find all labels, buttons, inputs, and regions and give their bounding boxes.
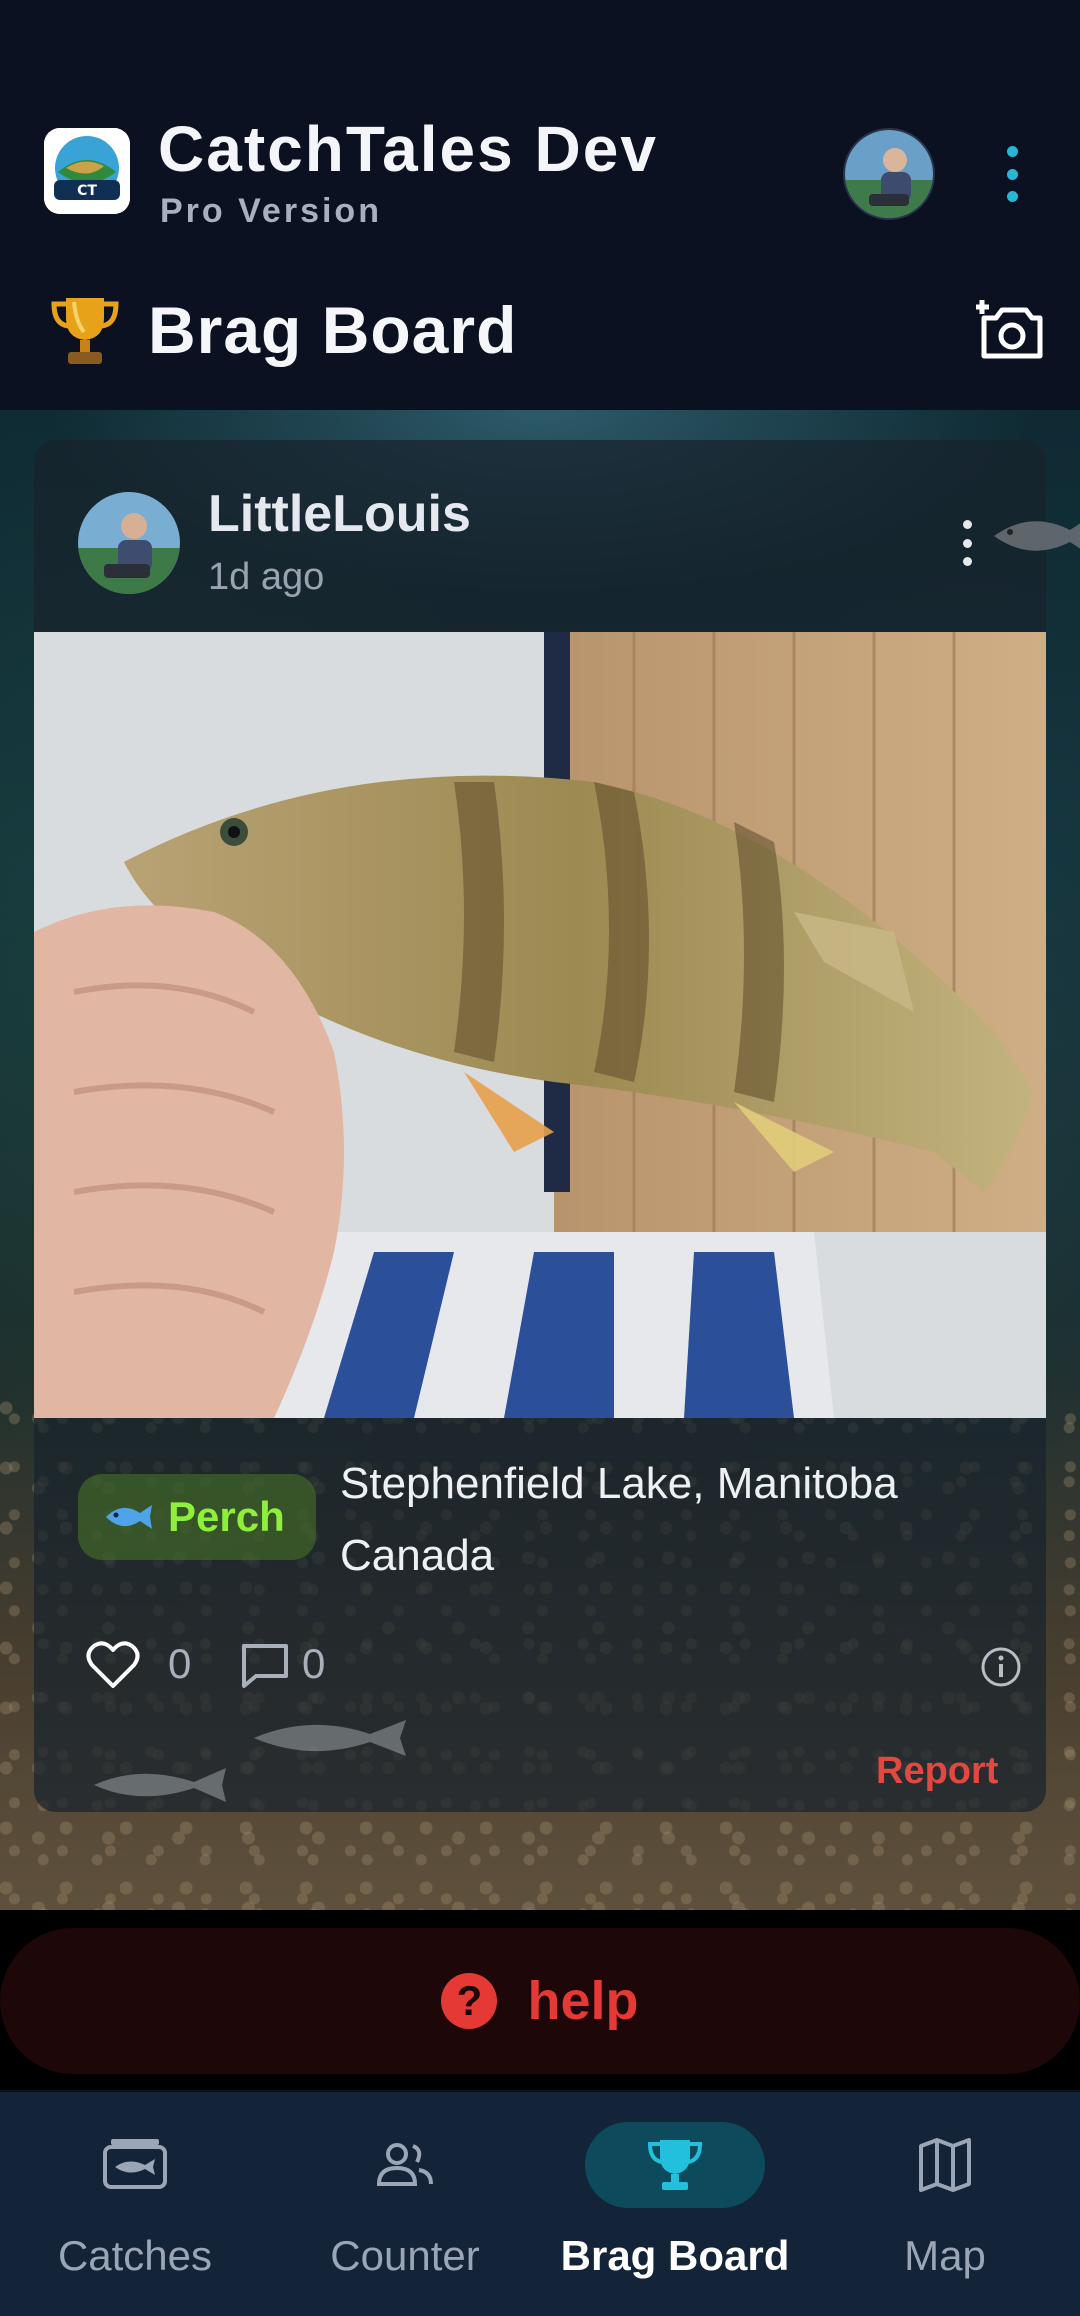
svg-text:CT: CT bbox=[77, 183, 97, 199]
trophy-icon bbox=[50, 292, 120, 368]
catch-location: Stephenfield Lake, Manitoba Canada bbox=[340, 1459, 898, 1580]
people-icon bbox=[345, 2122, 465, 2208]
help-label: help bbox=[527, 1971, 639, 2031]
app-root: CT CatchTales Dev Pro Version Brag Board… bbox=[0, 0, 1080, 2316]
fish-icon bbox=[106, 1505, 152, 1529]
help-button[interactable]: ? help bbox=[0, 1928, 1080, 2074]
nav-brag-board[interactable]: Brag Board bbox=[540, 2092, 810, 2316]
app-title: CatchTales Dev bbox=[158, 113, 658, 185]
page-title: Brag Board bbox=[148, 293, 518, 367]
post-timestamp: 1d ago bbox=[208, 556, 325, 598]
app-logo: CT bbox=[44, 128, 130, 214]
trophy-icon bbox=[585, 2122, 765, 2208]
profile-avatar[interactable] bbox=[843, 128, 935, 220]
comment-count: 0 bbox=[302, 1640, 326, 1687]
top-app-bar: CT CatchTales Dev Pro Version Brag Board bbox=[0, 0, 1080, 410]
catches-icon bbox=[75, 2122, 195, 2208]
nav-catches[interactable]: Catches bbox=[0, 2092, 270, 2316]
nav-map-label: Map bbox=[904, 2232, 986, 2279]
nav-catches-label: Catches bbox=[57, 2232, 213, 2279]
decorative-fish-icon bbox=[254, 1720, 406, 1756]
report-link[interactable]: Report bbox=[876, 1750, 998, 1793]
add-photo-camera-icon[interactable] bbox=[976, 298, 1048, 362]
bottom-navigation: Catches Counter Brag Board Map bbox=[0, 2092, 1080, 2316]
nav-map[interactable]: Map bbox=[810, 2092, 1080, 2316]
catch-photo[interactable] bbox=[34, 632, 1046, 1418]
nav-brag-board-label: Brag Board bbox=[560, 2232, 790, 2279]
nav-counter-label: Counter bbox=[330, 2232, 480, 2279]
comment-icon[interactable] bbox=[240, 1642, 290, 1690]
post-menu-icon[interactable] bbox=[958, 520, 976, 566]
decorative-fish-icon bbox=[994, 521, 1080, 551]
help-icon: ? bbox=[441, 1973, 498, 2029]
heart-icon[interactable] bbox=[86, 1640, 140, 1690]
decorative-fish-icon bbox=[94, 1768, 226, 1802]
nav-counter[interactable]: Counter bbox=[270, 2092, 540, 2316]
app-subtitle: Pro Version bbox=[160, 192, 382, 230]
post-author-avatar[interactable] bbox=[78, 492, 180, 594]
info-icon[interactable] bbox=[980, 1646, 1022, 1688]
overflow-menu-icon[interactable] bbox=[996, 146, 1028, 202]
species-label: Perch bbox=[168, 1493, 285, 1540]
like-count: 0 bbox=[168, 1640, 192, 1687]
map-icon bbox=[885, 2122, 1005, 2208]
species-tag[interactable]: Perch bbox=[78, 1474, 316, 1560]
post-username[interactable]: LittleLouis bbox=[208, 484, 471, 544]
